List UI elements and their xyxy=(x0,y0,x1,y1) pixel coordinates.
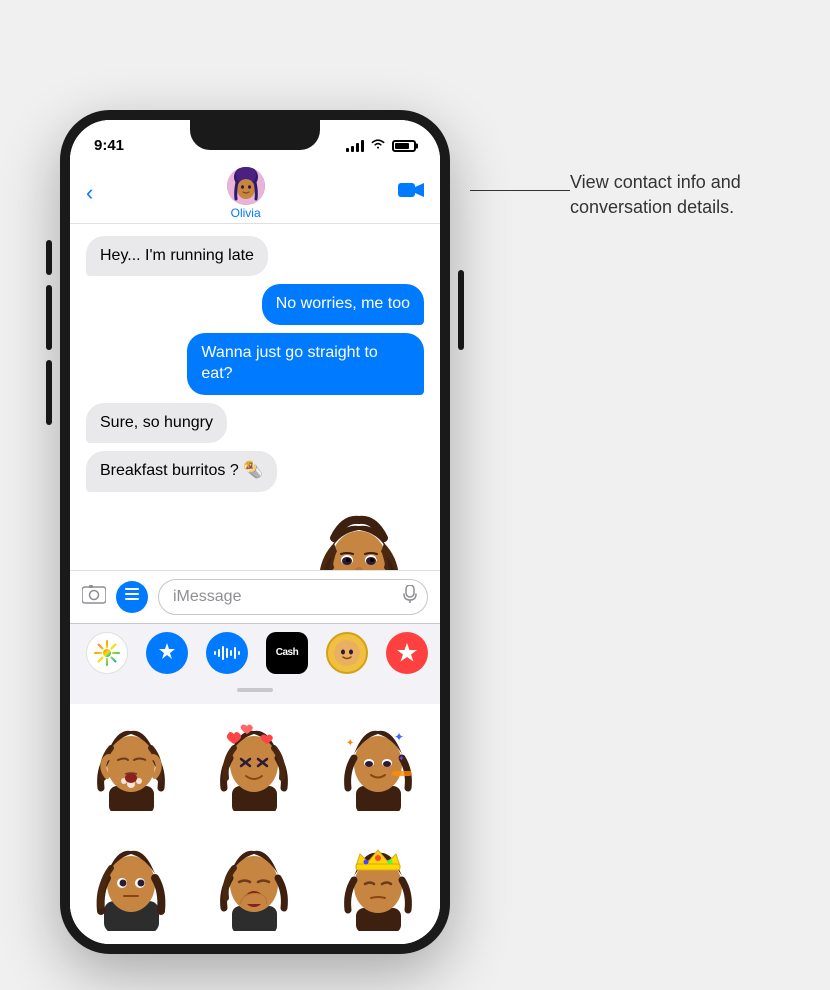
avatar xyxy=(227,167,265,205)
status-time: 9:41 xyxy=(94,137,124,154)
memoji-grid: ✦ ✦ · ✦ xyxy=(70,704,440,944)
message-row: Breakfast burritos ? 🌯 xyxy=(86,451,424,492)
callout-line xyxy=(470,190,570,191)
input-area: iMessage xyxy=(70,570,440,623)
svg-text:·: · xyxy=(391,747,393,753)
silent-switch[interactable] xyxy=(46,360,52,425)
phone-wrapper: 9:41 xyxy=(60,110,450,954)
memoji-sticker-sneezing[interactable] xyxy=(70,704,193,824)
message-bubble: Wanna just go straight to eat? xyxy=(187,333,424,395)
battery-fill xyxy=(395,143,409,149)
message-row: No worries, me too xyxy=(86,284,424,325)
camera-button[interactable] xyxy=(82,584,106,610)
callout-text: View contact info and conversation detai… xyxy=(570,170,800,220)
contact-name: Olivia xyxy=(231,206,261,220)
memoji-sticker-hearts[interactable] xyxy=(193,704,316,824)
screen: 9:41 xyxy=(70,120,440,944)
svg-text:✦: ✦ xyxy=(346,738,354,749)
avatar-image xyxy=(227,167,265,205)
apps-button[interactable] xyxy=(116,581,148,613)
svg-text:✦: ✦ xyxy=(394,730,404,744)
message-input[interactable]: iMessage xyxy=(158,579,428,615)
callout: View contact info and conversation detai… xyxy=(570,170,800,220)
mic-icon xyxy=(403,585,417,608)
memoji-character xyxy=(299,508,419,569)
video-call-button[interactable] xyxy=(398,180,424,206)
volume-down-button[interactable] xyxy=(46,285,52,350)
nav-bar: ‹ xyxy=(70,164,440,224)
svg-text:✦: ✦ xyxy=(398,754,405,763)
message-bubble: Breakfast burritos ? 🌯 xyxy=(86,451,277,492)
power-button[interactable] xyxy=(458,270,464,350)
notch xyxy=(190,120,320,150)
memoji-sticker xyxy=(294,508,424,569)
volume-up-button[interactable] xyxy=(46,240,52,275)
memoji-sticker-yawning[interactable] xyxy=(193,824,316,944)
battery-icon xyxy=(392,140,416,152)
input-placeholder: iMessage xyxy=(173,588,241,606)
memoji-sticker-neutral[interactable] xyxy=(70,824,193,944)
message-row: Sure, so hungry xyxy=(86,403,424,444)
contact-header[interactable]: Olivia xyxy=(227,167,265,220)
drag-indicator xyxy=(237,688,273,692)
message-bubble: Hey... I'm running late xyxy=(86,236,268,277)
message-row: Wanna just go straight to eat? xyxy=(86,333,424,395)
message-bubble: Sure, so hungry xyxy=(86,403,227,444)
status-icons xyxy=(346,138,416,153)
back-button[interactable]: ‹ xyxy=(86,180,93,206)
message-row: Hey... I'm running late xyxy=(86,236,424,277)
apple-cash-icon[interactable]: Cash xyxy=(266,632,308,674)
memoji-sticker-sparkles[interactable]: ✦ ✦ · ✦ xyxy=(317,704,440,824)
appstore-icon[interactable] xyxy=(146,632,188,674)
app-icons-row: Cash xyxy=(70,632,440,674)
memoji-icon[interactable] xyxy=(326,632,368,674)
message-bubble: No worries, me too xyxy=(262,284,424,325)
memoji-sticker-crown[interactable] xyxy=(317,824,440,944)
memoji-message xyxy=(86,508,424,569)
app-bar: Cash xyxy=(70,623,440,682)
messages-area: Hey... I'm running late No worries, me t… xyxy=(70,224,440,570)
phone-frame: 9:41 xyxy=(60,110,450,954)
audio-messages-icon[interactable] xyxy=(206,632,248,674)
stickers-icon[interactable] xyxy=(386,632,428,674)
photos-app-icon[interactable] xyxy=(86,632,128,674)
signal-icon xyxy=(346,140,364,152)
wifi-icon xyxy=(370,138,386,153)
drawer-handle-area xyxy=(70,682,440,704)
